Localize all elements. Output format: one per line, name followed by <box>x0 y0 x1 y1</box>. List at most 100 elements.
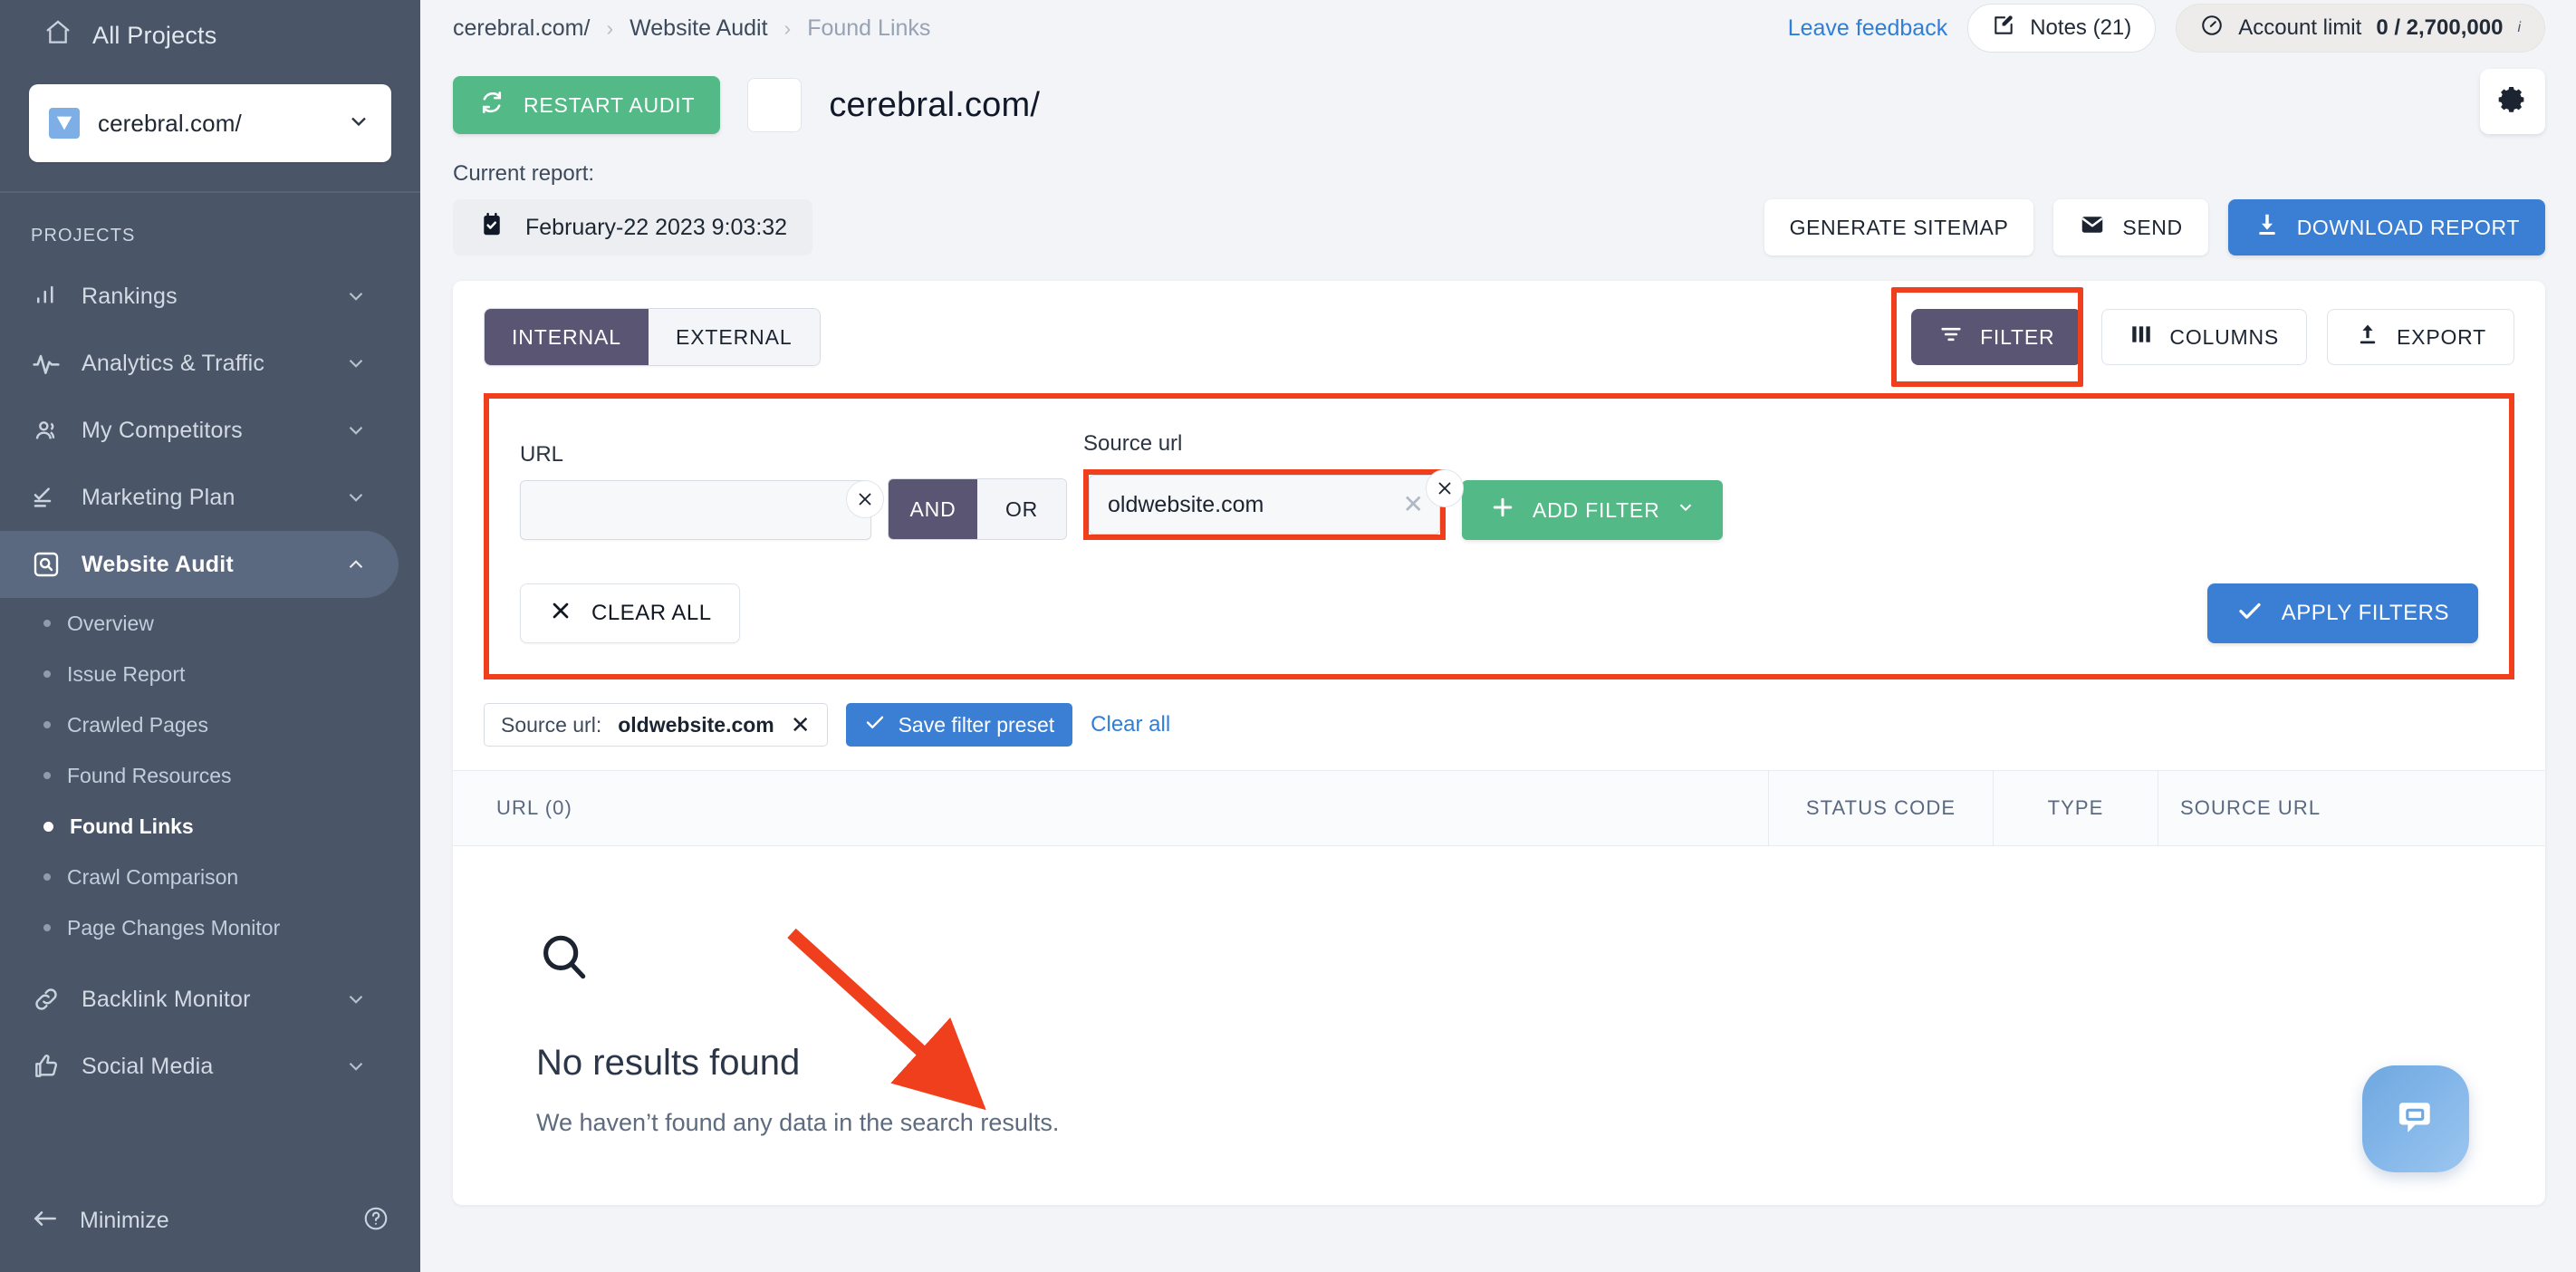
filter-operator-toggle: AND OR <box>888 478 1067 540</box>
refresh-icon <box>478 89 505 121</box>
report-date-selector[interactable]: February-22 2023 9:03:32 <box>453 199 813 255</box>
account-limit-value: 0 / 2,700,000 <box>2376 15 2504 40</box>
sidebar-item-label: Website Audit <box>82 551 234 577</box>
sidebar-subitem-label: Crawl Comparison <box>67 864 239 889</box>
sidebar: All Projects cerebral.com/ PROJECTS Rank… <box>0 0 420 1272</box>
sidebar-item-rankings[interactable]: Rankings <box>0 263 399 330</box>
download-report-button[interactable]: DOWNLOAD REPORT <box>2227 199 2545 255</box>
sidebar-subitem-label: Found Links <box>70 814 194 838</box>
sidebar-subnav-website-audit: Overview Issue Report Crawled Pages Foun… <box>0 598 420 953</box>
sidebar-item-crawl-comparison[interactable]: Crawl Comparison <box>0 852 420 902</box>
all-projects-link[interactable]: All Projects <box>29 12 391 59</box>
help-icon[interactable] <box>362 1205 389 1237</box>
results-table-header: URL (0) STATUS CODE TYPE SOURCE URL <box>453 770 2545 846</box>
sidebar-item-backlink-monitor[interactable]: Backlink Monitor <box>0 966 399 1033</box>
breadcrumb-item-found-links: Found Links <box>807 14 931 41</box>
restart-audit-button[interactable]: RESTART AUDIT <box>453 76 721 134</box>
sidebar-item-social-media[interactable]: Social Media <box>0 1033 399 1100</box>
column-header-url[interactable]: URL (0) <box>453 770 1768 846</box>
info-icon[interactable]: i <box>2517 20 2521 36</box>
active-filter-key: Source url: <box>501 712 602 737</box>
sidebar-item-crawled-pages[interactable]: Crawled Pages <box>0 699 420 750</box>
filter-footer: CLEAR ALL APPLY FILTERS <box>520 583 2478 643</box>
breadcrumb-separator-icon: › <box>783 15 792 40</box>
generate-sitemap-button[interactable]: GENERATE SITEMAP <box>1764 199 2034 255</box>
all-projects-label: All Projects <box>92 21 217 49</box>
column-header-source-url[interactable]: SOURCE URL <box>2158 770 2545 846</box>
add-filter-button[interactable]: ADD FILTER <box>1462 480 1724 540</box>
filter-button[interactable]: FILTER <box>1911 309 2082 365</box>
chevron-down-icon <box>344 988 368 1011</box>
sidebar-item-issue-report[interactable]: Issue Report <box>0 649 420 699</box>
operator-or-option[interactable]: OR <box>977 479 1066 539</box>
send-button[interactable]: SEND <box>2053 199 2208 255</box>
apply-filters-button[interactable]: APPLY FILTERS <box>2206 583 2478 643</box>
chevron-down-icon <box>344 486 368 509</box>
export-button[interactable]: EXPORT <box>2327 309 2514 365</box>
sidebar-item-label: My Competitors <box>82 417 243 443</box>
filter-source-remove-button[interactable] <box>1426 469 1464 507</box>
arrow-left-icon <box>31 1204 60 1238</box>
clear-all-filters-button[interactable]: CLEAR ALL <box>520 583 740 643</box>
restart-audit-label: RESTART AUDIT <box>524 92 696 117</box>
breadcrumb-item-project[interactable]: cerebral.com/ <box>453 15 590 42</box>
add-filter-label: ADD FILTER <box>1533 497 1660 522</box>
project-selector[interactable]: cerebral.com/ <box>29 84 391 162</box>
leave-feedback-link[interactable]: Leave feedback <box>1788 15 1948 42</box>
notes-button[interactable]: Notes (21) <box>1967 4 2157 53</box>
sidebar-item-label: Rankings <box>82 283 178 309</box>
filter-url-input[interactable] <box>520 480 871 540</box>
filter-source-label: Source url <box>1083 431 1183 456</box>
breadcrumb-item-website-audit[interactable]: Website Audit <box>630 15 767 42</box>
apply-filters-label: APPLY FILTERS <box>2281 601 2449 625</box>
send-label: SEND <box>2122 215 2183 239</box>
clear-all-link[interactable]: Clear all <box>1091 712 1170 737</box>
sidebar-item-page-changes-monitor[interactable]: Page Changes Monitor <box>0 902 420 953</box>
breadcrumb: cerebral.com/ › Website Audit › Found Li… <box>453 15 930 42</box>
gauge-icon <box>2200 14 2224 43</box>
bullet-icon <box>43 620 51 627</box>
report-date-value: February-22 2023 9:03:32 <box>525 214 788 240</box>
settings-button[interactable] <box>2480 69 2545 134</box>
filter-source-clear-icon[interactable]: ✕ <box>1403 492 1424 517</box>
account-limit-label: Account limit <box>2238 15 2362 40</box>
tab-external[interactable]: EXTERNAL <box>648 309 820 365</box>
sidebar-item-marketing-plan[interactable]: Marketing Plan <box>0 464 399 531</box>
sidebar-item-my-competitors[interactable]: My Competitors <box>0 397 399 464</box>
column-header-type[interactable]: TYPE <box>1993 770 2158 846</box>
columns-button[interactable]: COLUMNS <box>2101 309 2308 365</box>
chat-widget-button[interactable] <box>2362 1065 2469 1172</box>
sidebar-item-analytics-traffic[interactable]: Analytics & Traffic <box>0 330 399 397</box>
operator-and-option[interactable]: AND <box>889 479 977 539</box>
minimize-button[interactable]: Minimize <box>0 1189 420 1252</box>
sidebar-item-found-links[interactable]: Found Links <box>0 801 420 852</box>
filter-url-label: URL <box>520 442 564 467</box>
generate-sitemap-label: GENERATE SITEMAP <box>1789 215 2009 239</box>
tab-internal[interactable]: INTERNAL <box>485 309 649 365</box>
save-filter-preset-button[interactable]: Save filter preset <box>845 703 1073 747</box>
sidebar-item-website-audit[interactable]: Website Audit <box>0 531 399 598</box>
sidebar-item-found-resources[interactable]: Found Resources <box>0 750 420 801</box>
main-content: cerebral.com/ › Website Audit › Found Li… <box>420 0 2576 1272</box>
sidebar-item-overview[interactable]: Overview <box>0 598 420 649</box>
download-icon <box>2254 211 2281 244</box>
column-header-status-code[interactable]: STATUS CODE <box>1768 770 1993 846</box>
active-filters-row: Source url: oldwebsite.com ✕ Save filter… <box>453 679 2545 747</box>
pulse-icon <box>31 348 62 379</box>
note-edit-icon <box>1992 14 2015 43</box>
columns-label: COLUMNS <box>2169 324 2280 349</box>
filter-source-input[interactable] <box>1089 475 1440 535</box>
calendar-check-icon <box>478 211 505 245</box>
sidebar-top: All Projects cerebral.com/ <box>0 0 420 162</box>
chevron-down-icon <box>1676 497 1696 523</box>
bullet-icon <box>43 670 51 678</box>
active-filter-value: oldwebsite.com <box>618 712 774 737</box>
users-icon <box>31 415 62 446</box>
empty-state-title: No results found <box>536 1043 801 1083</box>
panel-toolbar-actions: FILTER COLUMNS EXPORT <box>1891 287 2514 387</box>
breadcrumb-separator-icon: › <box>606 15 614 40</box>
filter-url-remove-button[interactable] <box>846 480 884 518</box>
chat-bubble-icon <box>2389 1091 2442 1148</box>
active-filter-remove-icon[interactable]: ✕ <box>791 713 811 737</box>
thumbs-up-icon <box>31 1051 62 1082</box>
